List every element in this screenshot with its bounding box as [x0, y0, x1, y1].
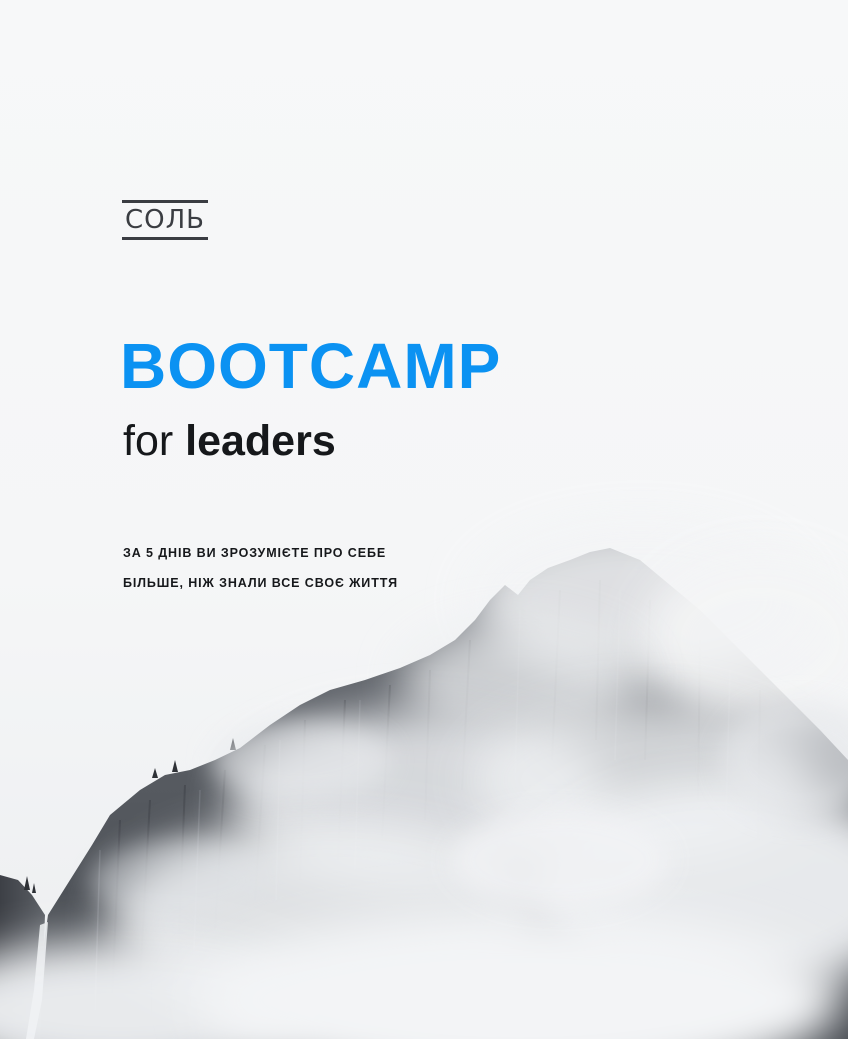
logo-bottom-rule	[122, 237, 208, 240]
logo-top-rule	[122, 200, 208, 203]
tagline: ЗА 5 ДНІВ ВИ ЗРОЗУМІЄТЕ ПРО СЕБЕ БІЛЬШЕ,…	[123, 538, 543, 598]
headline-subtitle: for leaders	[123, 414, 336, 468]
logo-text: СОЛЬ	[124, 205, 205, 235]
tagline-line: ЗА 5 ДНІВ ВИ ЗРОЗУМІЄТЕ ПРО СЕБЕ	[123, 546, 387, 560]
poster: СОЛЬ BOOTCAMP for leaders ЗА 5 ДНІВ ВИ З…	[0, 0, 848, 1039]
tagline-line: БІЛЬШЕ, НІЖ ЗНАЛИ ВСЕ СВОЄ ЖИТТЯ	[123, 576, 398, 590]
brand-logo: СОЛЬ	[122, 200, 210, 242]
subtitle-prefix: for	[123, 417, 174, 465]
subtitle-emphasis: leaders	[185, 417, 336, 465]
headline-title: BOOTCAMP	[120, 330, 502, 402]
misty-mountain-background	[0, 520, 848, 1039]
